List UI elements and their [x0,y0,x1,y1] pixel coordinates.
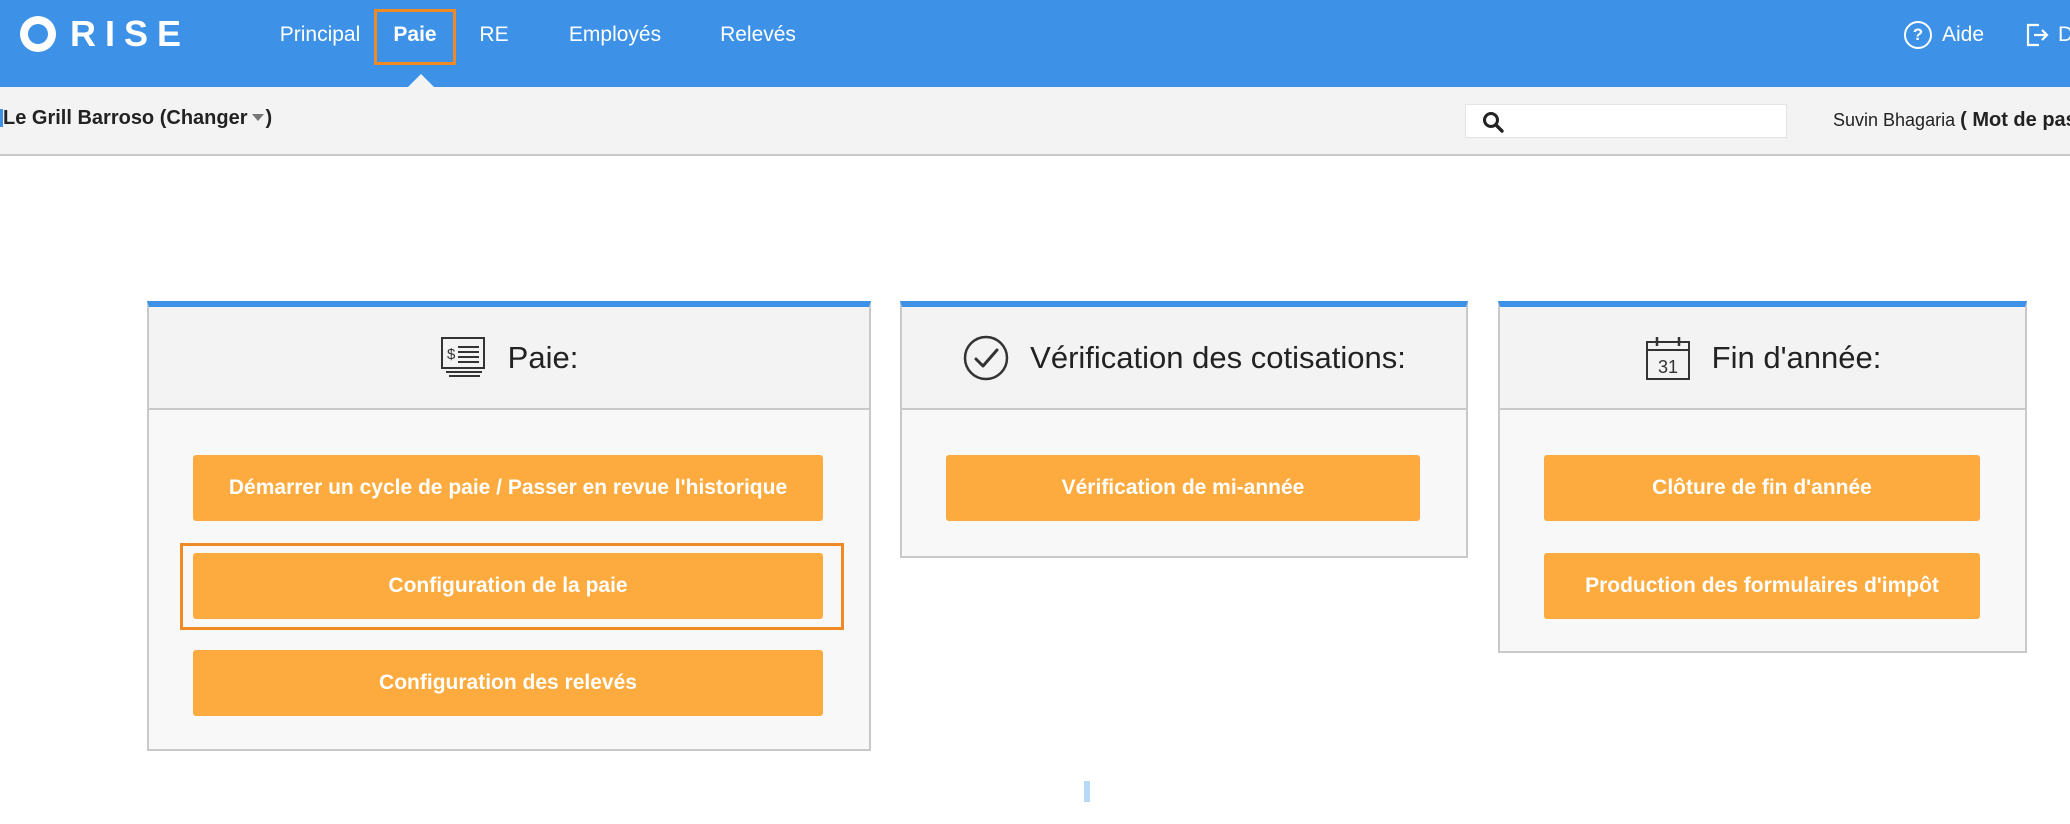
change-company-link[interactable]: (Changer [160,107,248,129]
chevron-down-icon [251,114,264,121]
year-end-card: 31 Fin d'année: Clôture de fin d'année P… [1498,301,2027,653]
check-circle-icon [963,335,1009,380]
help-icon: ? [1904,21,1932,49]
payroll-card: $ Paie: Démarrer un cycle de paie / Pass… [147,301,871,751]
slips-configuration-button[interactable]: Configuration des relevés [193,650,823,716]
payroll-card-header: $ Paie: [149,307,869,410]
search-icon [1483,112,1504,133]
context-bar: Le Grill Barroso (Changer) Suvin Bhagari… [0,87,2070,156]
user-name: Suvin Bhagaria [1833,110,1956,130]
year-end-card-title: Fin d'année: [1711,339,1882,375]
app-name: RISE [70,13,191,54]
mid-year-verification-button[interactable]: Vérification de mi-année [946,455,1420,521]
svg-text:$: $ [447,346,456,363]
start-payroll-cycle-button[interactable]: Démarrer un cycle de paie / Passer en re… [193,455,823,521]
company-name: Le Grill Barroso [3,107,155,129]
calendar-icon: 31 [1645,336,1690,380]
help-link[interactable]: ? Aide [1904,20,1984,50]
nav-principal[interactable]: Principal [275,0,365,87]
change-company-close: ) [265,107,273,129]
nav-re[interactable]: RE [473,0,515,87]
logout-icon [2026,23,2049,47]
contributions-card: Vérification des cotisations: Vérificati… [900,301,1468,558]
rise-logo[interactable]: RISE [20,13,190,55]
scroll-indicator [1084,781,1090,802]
help-label: Aide [1942,23,1985,46]
payroll-card-title: Paie: [507,339,579,375]
paycheck-icon: $ [440,336,485,377]
search-input[interactable] [1512,109,1778,135]
active-nav-pointer [408,74,434,87]
calendar-day: 31 [1658,357,1678,377]
contributions-card-title: Vérification des cotisations: [1030,339,1406,375]
top-navigation-bar: RISE Principal Paie RE Employés Relevés … [0,0,2070,87]
logout-label: D [2058,23,2070,46]
year-end-closing-button[interactable]: Clôture de fin d'année [1544,455,1980,521]
search-box [1465,104,1787,138]
payroll-configuration-button[interactable]: Configuration de la paie [193,553,823,619]
year-end-card-header: 31 Fin d'année: [1500,307,2025,410]
change-password-link[interactable]: ( Mot de pas [1960,109,2070,131]
nav-releves[interactable]: Relevés [714,0,802,87]
rise-logo-icon [20,16,56,52]
nav-employes[interactable]: Employés [563,0,667,87]
contributions-card-header: Vérification des cotisations: [902,307,1466,410]
company-selector[interactable]: Le Grill Barroso (Changer) [0,107,272,130]
logout-link[interactable]: D [2024,20,2070,50]
user-info: Suvin Bhagaria ( Mot de pas [1833,109,2070,132]
tax-forms-production-button[interactable]: Production des formulaires d'impôt [1544,553,1980,619]
